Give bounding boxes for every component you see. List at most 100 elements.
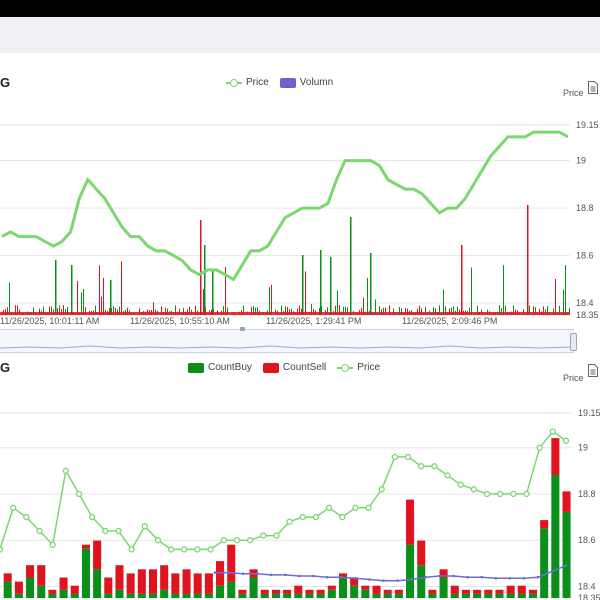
average-point [255,572,259,576]
volume-bar [103,277,104,315]
y-tick-label: 18.6 [578,535,596,545]
price-point [10,504,17,511]
countsell-bar [394,589,403,594]
countbuy-bar [249,577,258,598]
average-point [550,570,554,573]
price-point [431,463,438,470]
countsell-bar [495,589,504,594]
countsell-bar [283,589,292,594]
countsell-bar [70,585,79,594]
average-point [466,575,470,579]
countsell-bar [3,573,12,582]
price-point [102,527,109,535]
countsell-bar [148,569,158,594]
average-point [213,571,217,574]
range-navigator[interactable] [0,329,575,353]
volume-bar [305,271,306,315]
average-point [241,572,245,576]
countbuy-bar [26,577,35,598]
legend-price[interactable]: Price [337,362,380,373]
legend-countsell[interactable]: CountSell [262,362,326,373]
price-point [154,537,162,544]
volume-bar [71,265,73,315]
countsell-bar [193,573,202,594]
countbuy-bar [182,593,191,598]
countsell-bar [327,585,336,590]
countsell-bar [406,499,415,545]
price-point [88,513,96,521]
navigator-handle-top[interactable] [240,327,245,331]
price-point [352,504,359,511]
price-point [0,546,4,553]
average-point [438,574,441,578]
countsell-bar [137,569,146,594]
y-tick-label: 19 [578,443,588,453]
y-tick-label: 18.35 [576,310,599,320]
countsell-bar [484,589,493,594]
average-point [326,575,329,579]
average-point [508,577,512,580]
price-point [510,490,517,498]
price-point [549,428,556,435]
price-series-line [1,130,569,282]
countbuy-bar [316,593,325,598]
volume-bar [503,265,504,315]
countsell-bar [81,544,90,549]
y-tick-label: 19.15 [576,120,599,130]
volume-bar [302,255,304,315]
countsell-bar [417,540,426,566]
countsell-bar [461,589,470,594]
volume-bar [203,289,204,315]
navigator-handle-right[interactable] [570,333,577,351]
average-series-line [215,564,567,582]
volume-bar [555,279,556,315]
legend-price-label: Price [246,77,269,88]
dashboard-screen: G Price Volumn Price 19.15 19 18.8 18.6 18.4… [0,17,600,600]
countsell-bar [428,589,437,594]
average-point [368,578,371,581]
price-point [365,504,372,511]
box-icon [262,362,279,373]
countsell-bar [506,585,515,594]
price-point [273,532,280,539]
volume-baseline [0,312,570,315]
price-point [523,490,530,498]
chart1-legend: Price Volumn [226,77,339,88]
price-point [312,513,320,521]
price-volume-chart[interactable]: 19.15 19 18.8 18.6 18.4 18.35 11/26/2025, 10:… [0,97,600,347]
countbuy-bar [473,593,482,598]
countsell-bar [48,589,57,594]
volume-bar [337,290,338,315]
price-point [167,546,175,553]
countsell-bar [473,589,482,594]
average-point [382,579,385,582]
y-tick-label: 18.4 [576,298,594,308]
price-point [49,541,56,548]
volume-bar [370,253,372,315]
document-icon[interactable] [587,81,599,94]
legend-volumn[interactable]: Volumn [279,77,333,88]
volume-bar [565,265,566,315]
document-icon[interactable] [587,364,599,377]
volume-bar [269,287,270,315]
box-icon [188,362,204,373]
countsell-bar [204,573,213,594]
volume-bar [200,220,202,315]
price-point [260,532,267,539]
price-point [62,467,69,474]
chart2-legend: CountBuy CountSell Price [188,362,386,373]
buy-sell-count-chart[interactable]: 19.151918.818.618.418.35 11/26/2025, 10:… [0,390,600,600]
countbuy-bar [372,593,381,598]
legend-countbuy[interactable]: CountBuy [188,362,252,373]
countbuy-bar [506,593,515,598]
price-point [536,444,543,451]
chart2-title: G [0,360,11,375]
price-point [444,472,451,479]
line-circle-icon [337,363,354,373]
countsell-bar [271,589,280,594]
volume-bar [55,260,57,315]
legend-price[interactable]: Price [226,77,269,88]
countbuy-bar [238,593,247,598]
countbuy-bar [327,589,336,598]
countbuy-bar [160,589,169,598]
